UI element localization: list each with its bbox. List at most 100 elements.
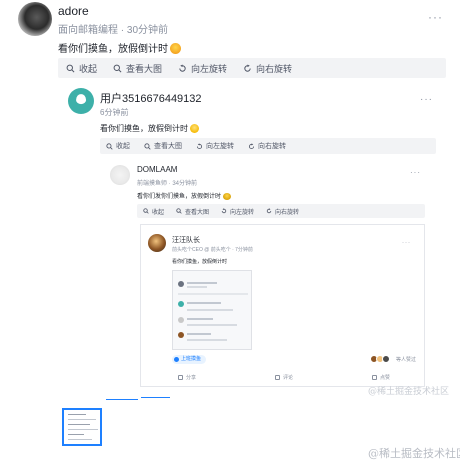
nested-text: 看你们摸鱼，放假倒计时 [100, 124, 188, 133]
mini-text-line [187, 318, 213, 320]
topic-tag[interactable]: 上班摸鱼 [172, 355, 206, 364]
nested-meta: 6分钟前 [100, 108, 129, 117]
rotate-left-icon [221, 208, 227, 214]
mini-text-line [187, 286, 207, 288]
nested-text: 看你们发你们摸鱼，放假倒计时 [137, 194, 222, 200]
rotate-right-icon [248, 142, 255, 149]
nested-meta: 前头吃个CEO @ 前头吃个 · 7分钟前 [172, 247, 253, 253]
rotate-left-button[interactable]: 向左旋转 [196, 141, 234, 151]
search-icon [144, 142, 151, 150]
comment-button[interactable]: 评论 [275, 374, 293, 381]
sunglasses-emoji-icon [223, 193, 232, 200]
watermark-inner: @稀土掘金技术社区 [368, 387, 450, 397]
author-name[interactable]: adore [58, 4, 89, 18]
comment-label: 评论 [283, 375, 294, 381]
nested-author-name[interactable]: 汪汪队长 [172, 235, 200, 245]
rotate-right-button[interactable]: 向右旋转 [248, 141, 286, 151]
nested-meta: 前端摸鱼师 · 34分钟前 [137, 181, 198, 187]
watermark-outer: @稀土掘金技术社区 [368, 447, 460, 460]
grin-emoji-icon [170, 43, 181, 54]
rotate-right-label: 向右旋转 [275, 209, 300, 216]
nested-screenshot-image[interactable] [172, 270, 252, 350]
nested-author-name[interactable]: 用户3516676449132 [100, 90, 202, 106]
progress-line [106, 399, 138, 400]
rotate-right-label: 向右旋转 [256, 63, 293, 74]
view-large-button[interactable]: 查看大图 [144, 141, 182, 151]
user-avatar[interactable] [68, 88, 94, 114]
mini-avatar [178, 332, 184, 338]
search-icon [66, 64, 75, 72]
rotate-right-button[interactable]: 向右旋转 [243, 62, 292, 75]
nested-content: 看你们摸鱼，放假倒计时 [172, 259, 228, 265]
thumb-line [68, 414, 86, 415]
view-large-label: 查看大图 [126, 63, 163, 74]
post-card: adore 面向邮箱编程 · 30分钟前 ··· 看你们摸鱼，放假倒计时 收起 … [0, 0, 460, 460]
like-button[interactable]: 点赞 [372, 374, 390, 381]
user-avatar[interactable] [110, 165, 130, 185]
rotate-left-button[interactable]: 向左旋转 [178, 62, 227, 75]
nested-author-name[interactable]: DOMLAAM [137, 165, 177, 174]
collapse-label: 收起 [116, 143, 130, 150]
mini-text-line [187, 309, 233, 311]
rotate-right-icon [244, 63, 251, 72]
share-label: 分享 [186, 375, 197, 381]
post-text: 看你们摸鱼，放假倒计时 [58, 44, 168, 55]
likes-text: 等人赞过 [396, 357, 417, 363]
thumb-line [68, 419, 96, 420]
rotate-right-label: 向右旋转 [258, 143, 286, 150]
image-thumbnail[interactable] [62, 408, 102, 446]
progress-line [141, 397, 170, 398]
view-large-button[interactable]: 查看大图 [113, 62, 162, 75]
thumb-line [68, 424, 90, 425]
collapse-button[interactable]: 收起 [106, 141, 130, 151]
more-options-icon[interactable]: ··· [428, 10, 443, 24]
mini-toolbar-line [178, 293, 248, 295]
search-icon [143, 208, 149, 214]
collapse-label: 收起 [79, 63, 98, 74]
rotate-left-icon [196, 142, 203, 149]
rotate-left-icon [179, 63, 186, 72]
like-icon [372, 375, 377, 380]
collapse-button[interactable]: 收起 [143, 207, 164, 216]
like-label: 点赞 [380, 375, 391, 381]
rotate-left-label: 向左旋转 [191, 63, 228, 74]
nested-content: 看你们摸鱼，放假倒计时 [100, 123, 199, 134]
search-icon [113, 64, 122, 72]
view-large-label: 查看大图 [185, 209, 210, 216]
collapse-label: 收起 [152, 209, 165, 216]
rotate-right-button[interactable]: 向右旋转 [266, 207, 299, 216]
share-button[interactable]: 分享 [178, 374, 196, 381]
thumb-line [68, 429, 98, 430]
rotate-left-label: 向左旋转 [230, 209, 255, 216]
liked-avatars [370, 355, 390, 363]
author-avatar[interactable] [18, 2, 52, 36]
search-icon [106, 142, 113, 150]
thumb-line [68, 434, 84, 435]
more-options-icon[interactable]: ··· [410, 168, 421, 177]
view-large-label: 查看大图 [154, 143, 182, 150]
mini-text-line [187, 282, 217, 284]
nested-image-toolbar: 收起 查看大图 向左旋转 向右旋转 [100, 138, 436, 154]
more-options-icon[interactable]: ··· [420, 94, 433, 105]
mini-avatar [178, 301, 184, 307]
mini-text-line [187, 339, 227, 341]
post-content: 看你们摸鱼，放假倒计时 [58, 40, 181, 55]
view-large-button[interactable]: 查看大图 [176, 207, 209, 216]
more-options-icon[interactable]: ··· [402, 240, 411, 246]
image-toolbar: 收起 查看大图 向左旋转 向右旋转 [58, 58, 446, 78]
rotate-left-button[interactable]: 向左旋转 [221, 207, 254, 216]
thumb-line [68, 439, 92, 440]
nested-image-toolbar: 收起 查看大图 向左旋转 向右旋转 [137, 204, 425, 218]
rotate-right-icon [266, 208, 272, 214]
mini-text-line [187, 302, 221, 304]
collapse-button[interactable]: 收起 [66, 62, 97, 75]
post-meta: 面向邮箱编程 · 30分钟前 [58, 25, 169, 36]
mini-text-line [187, 333, 211, 335]
avatar [382, 355, 390, 363]
rotate-left-label: 向左旋转 [206, 143, 234, 150]
share-icon [178, 375, 183, 380]
mini-text-line [187, 324, 237, 326]
user-avatar[interactable] [148, 234, 166, 252]
mini-avatar [178, 317, 184, 323]
nested-content: 看你们发你们摸鱼，放假倒计时 [137, 191, 232, 200]
